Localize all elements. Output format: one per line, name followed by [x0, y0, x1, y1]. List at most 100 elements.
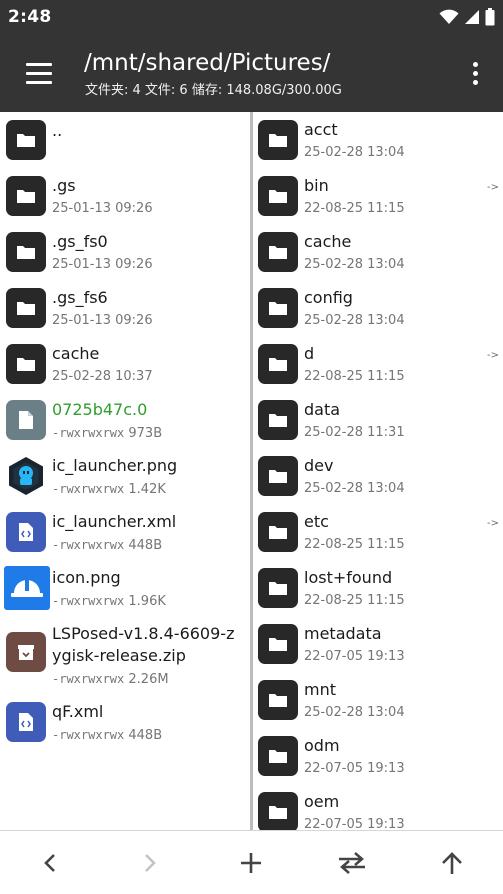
item-size: 1.96K: [128, 594, 166, 609]
list-item[interactable]: etc 22-08-25 11:15 ->: [253, 504, 503, 560]
list-item[interactable]: ic_launcher.xml -rwxrwxrwx 448B: [0, 504, 250, 560]
item-size: 448B: [128, 538, 163, 553]
status-icons: [439, 8, 495, 26]
status-time: 2:48: [8, 7, 52, 27]
item-name: .gs_fs6: [52, 288, 108, 307]
item-name: qF.xml: [52, 702, 104, 721]
launcher-image-icon: [6, 456, 46, 496]
item-size: 973B: [128, 426, 163, 441]
item-size: 1.42K: [128, 482, 166, 497]
item-date: 22-08-25 11:15: [304, 537, 405, 552]
list-item[interactable]: d 22-08-25 11:15 ->: [253, 336, 503, 392]
item-name: lost+found: [304, 568, 393, 587]
folder-icon: [258, 400, 298, 440]
item-name-line1: LSPosed-v1.8.4-6609-z: [52, 624, 235, 643]
list-item[interactable]: acct 25-02-28 13:04: [253, 112, 503, 168]
folder-icon: [258, 176, 298, 216]
item-size: 448B: [128, 728, 163, 743]
left-file-pane[interactable]: .. .gs 25-01-13 09:26 .gs_fs0 25-01-13 0…: [0, 112, 250, 830]
item-meta: -rwxrwxrwx 1.42K: [52, 481, 166, 498]
item-name: ..: [52, 121, 63, 140]
item-name: icon.png: [52, 568, 121, 587]
item-date: 25-01-13 09:26: [52, 257, 153, 272]
item-meta: -rwxrwxrwx 1.96K: [52, 593, 166, 610]
folder-icon: [258, 792, 298, 830]
list-item[interactable]: metadata 22-07-05 19:13: [253, 616, 503, 672]
list-item[interactable]: .gs 25-01-13 09:26: [0, 168, 250, 224]
item-date: 25-02-28 13:04: [304, 145, 405, 160]
item-permissions: -rwxrwxrwx: [52, 728, 125, 742]
folder-icon: [6, 120, 46, 160]
list-item[interactable]: odm 22-07-05 19:13: [253, 728, 503, 784]
item-date: 22-07-05 19:13: [304, 761, 405, 776]
item-name: 0725b47c.0: [52, 400, 148, 419]
up-icon[interactable]: [434, 845, 470, 881]
item-permissions: -rwxrwxrwx: [52, 426, 125, 440]
list-item[interactable]: 0725b47c.0 -rwxrwxrwx 973B: [0, 392, 250, 448]
list-item[interactable]: cache 25-02-28 13:04: [253, 224, 503, 280]
item-date: 22-08-25 11:15: [304, 593, 405, 608]
list-item[interactable]: config 25-02-28 13:04: [253, 280, 503, 336]
list-item[interactable]: bin 22-08-25 11:15 ->: [253, 168, 503, 224]
list-item[interactable]: icon.png -rwxrwxrwx 1.96K: [0, 560, 250, 616]
list-item[interactable]: cache 25-02-28 10:37: [0, 336, 250, 392]
signal-icon: [465, 10, 479, 24]
forward-icon[interactable]: [132, 845, 168, 881]
right-file-pane[interactable]: acct 25-02-28 13:04 bin 22-08-25 11:15 -…: [253, 112, 503, 830]
list-item[interactable]: data 25-02-28 11:31: [253, 392, 503, 448]
list-item[interactable]: oem 22-07-05 19:13: [253, 784, 503, 830]
battery-icon: [485, 8, 495, 26]
symlink-indicator: ->: [487, 518, 499, 529]
item-permissions: -rwxrwxrwx: [52, 538, 125, 552]
item-date: 22-07-05 19:13: [304, 649, 405, 664]
list-item[interactable]: mnt 25-02-28 13:04: [253, 672, 503, 728]
item-name: data: [304, 400, 341, 419]
item-meta: -rwxrwxrwx 973B: [52, 425, 162, 442]
item-permissions: -rwxrwxrwx: [52, 594, 125, 608]
folder-icon: [258, 568, 298, 608]
item-name: acct: [304, 120, 338, 139]
folder-icon: [258, 512, 298, 552]
list-item[interactable]: .gs_fs6 25-01-13 09:26: [0, 280, 250, 336]
item-date: 25-02-28 13:04: [304, 313, 405, 328]
list-item[interactable]: ic_launcher.png -rwxrwxrwx 1.42K: [0, 448, 250, 504]
status-bar: 2:48: [0, 0, 503, 34]
swap-icon[interactable]: [334, 845, 370, 881]
item-name: oem: [304, 792, 340, 811]
item-name: ic_launcher.png: [52, 456, 178, 475]
symlink-indicator: ->: [487, 182, 499, 193]
item-date: 22-08-25 11:15: [304, 201, 405, 216]
folder-icon: [6, 232, 46, 272]
folder-icon: [258, 344, 298, 384]
item-size: 2.26M: [128, 672, 169, 687]
folder-icon: [258, 120, 298, 160]
add-icon[interactable]: [233, 845, 269, 881]
list-item[interactable]: qF.xml -rwxrwxrwx 448B: [0, 694, 250, 750]
menu-icon[interactable]: [14, 54, 64, 92]
more-options-icon[interactable]: [465, 58, 485, 88]
xml-file-icon: [6, 702, 46, 742]
archive-icon: [6, 632, 46, 672]
list-item[interactable]: .gs_fs0 25-01-13 09:26: [0, 224, 250, 280]
bottom-action-bar: [0, 830, 503, 894]
item-date: 25-01-13 09:26: [52, 201, 153, 216]
list-item[interactable]: lost+found 22-08-25 11:15: [253, 560, 503, 616]
back-icon[interactable]: [32, 845, 68, 881]
path-title: /mnt/shared/Pictures/: [84, 50, 331, 76]
xml-file-icon: [6, 512, 46, 552]
item-permissions: -rwxrwxrwx: [52, 672, 125, 686]
item-name: cache: [52, 344, 100, 363]
item-name: etc: [304, 512, 329, 531]
folder-icon: [258, 456, 298, 496]
item-date: 22-07-05 19:13: [304, 817, 405, 830]
list-item-parent-dir[interactable]: ..: [0, 112, 250, 168]
wifi-icon: [439, 9, 459, 24]
symlink-indicator: ->: [487, 350, 499, 361]
item-name-line2: ygisk-release.zip: [52, 646, 186, 665]
list-item[interactable]: LSPosed-v1.8.4-6609-z ygisk-release.zip …: [0, 616, 250, 694]
list-item[interactable]: dev 25-02-28 13:04: [253, 448, 503, 504]
item-name: odm: [304, 736, 340, 755]
item-meta: -rwxrwxrwx 2.26M: [52, 671, 169, 688]
item-name: config: [304, 288, 353, 307]
folder-icon: [258, 680, 298, 720]
